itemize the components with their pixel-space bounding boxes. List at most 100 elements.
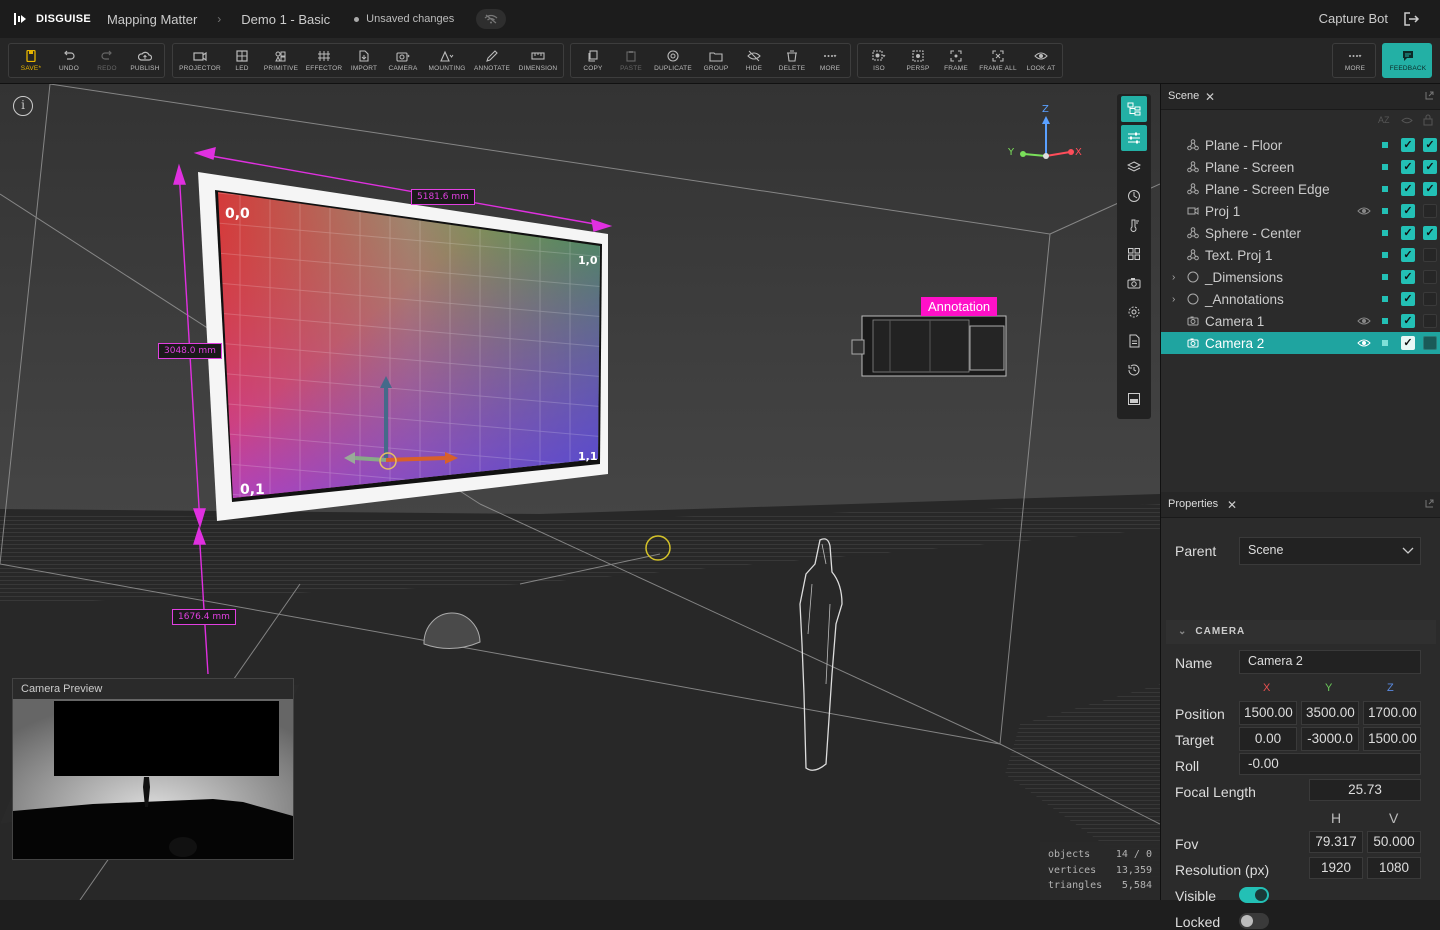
3d-viewport[interactable]: 0,0 1,0 0,1 1,1 Z X Y i 5181.6 mm 3048.0… [0, 84, 1160, 900]
visibility-checkbox[interactable]: ✓ [1401, 160, 1415, 174]
document-toggle[interactable] [1121, 328, 1147, 354]
mounting-button[interactable]: MOUNTING [425, 44, 469, 77]
scene-item[interactable]: Text. Proj 1 ✓ [1161, 244, 1440, 266]
visibility-checkbox[interactable]: ✓ [1401, 248, 1415, 262]
visibility-checkbox[interactable]: ✓ [1401, 138, 1415, 152]
iso-button[interactable]: ISO [860, 44, 898, 77]
parent-select[interactable]: Scene [1239, 537, 1421, 565]
eye-icon[interactable] [1357, 205, 1371, 217]
render-toggle[interactable] [1121, 183, 1147, 209]
scene-item[interactable]: Camera 2 ✓ [1161, 332, 1440, 354]
look-at-button[interactable]: LOOK AT [1022, 44, 1060, 77]
popout-icon[interactable] [1424, 90, 1435, 101]
scene-item[interactable]: Plane - Screen Edge ✓ ✓ [1161, 178, 1440, 200]
logout-icon[interactable] [1402, 10, 1420, 28]
close-scene-icon[interactable]: ✕ [1205, 90, 1215, 104]
color-swatch[interactable] [1382, 296, 1388, 302]
lighting-toggle[interactable] [1121, 212, 1147, 238]
lock-checkbox[interactable] [1423, 292, 1437, 306]
group-button[interactable]: GROUP [697, 44, 735, 77]
effector-button[interactable]: EFFECTOR [303, 44, 345, 77]
color-swatch[interactable] [1382, 186, 1388, 192]
dimension-button[interactable]: DIMENSION [515, 44, 561, 77]
properties-toggle[interactable] [1121, 125, 1147, 151]
roll-input[interactable]: -0.00 [1239, 753, 1421, 775]
scene-item[interactable]: Proj 1 ✓ [1161, 200, 1440, 222]
history-toggle[interactable] [1121, 357, 1147, 383]
popout-icon[interactable] [1424, 498, 1435, 509]
lock-checkbox[interactable]: ✓ [1423, 160, 1437, 174]
lock-checkbox[interactable]: ✓ [1423, 138, 1437, 152]
target-x-input[interactable]: 0.00 [1239, 727, 1297, 751]
annotation-tag[interactable]: Annotation [921, 297, 998, 316]
lock-checkbox[interactable] [1423, 204, 1437, 218]
layers-toggle[interactable] [1121, 154, 1147, 180]
color-swatch[interactable] [1382, 164, 1388, 170]
color-swatch[interactable] [1382, 230, 1388, 236]
info-icon[interactable]: i [13, 96, 33, 116]
file-name[interactable]: Demo 1 - Basic [241, 12, 330, 27]
fov-v-input[interactable]: 50.000 [1367, 831, 1421, 853]
target-y-input[interactable]: -3000.0 [1301, 727, 1359, 751]
fov-h-input[interactable]: 79.317 [1309, 831, 1363, 853]
position-x-input[interactable]: 1500.00 [1239, 701, 1297, 725]
position-z-input[interactable]: 1700.00 [1363, 701, 1421, 725]
close-properties-icon[interactable]: ✕ [1227, 498, 1237, 512]
dimension-label-elevation[interactable]: 1676.4 mm [172, 609, 236, 625]
disguise-logo[interactable]: DISGUISE [14, 13, 91, 25]
lock-checkbox[interactable]: ✓ [1423, 226, 1437, 240]
lock-checkbox[interactable] [1423, 314, 1437, 328]
name-input[interactable]: Camera 2 [1239, 650, 1421, 674]
save-button[interactable]: SAVE* [13, 44, 49, 77]
camera-button[interactable]: CAMERA [383, 44, 423, 77]
color-swatch[interactable] [1382, 274, 1388, 280]
position-y-input[interactable]: 3500.00 [1301, 701, 1359, 725]
paste-button[interactable]: PASTE [613, 44, 649, 77]
publish-button[interactable]: PUBLISH [126, 44, 164, 77]
hide-button[interactable]: HIDE [737, 44, 771, 77]
scene-item[interactable]: Sphere - Center ✓ ✓ [1161, 222, 1440, 244]
visibility-checkbox[interactable]: ✓ [1401, 336, 1415, 350]
lock-header-icon[interactable] [1423, 114, 1433, 126]
projector-model[interactable] [851, 315, 1007, 377]
scene-item[interactable]: Plane - Screen ✓ ✓ [1161, 156, 1440, 178]
import-button[interactable]: IMPORT [347, 44, 381, 77]
color-swatch[interactable] [1382, 252, 1388, 258]
undo-button[interactable]: UNDO [51, 44, 87, 77]
camera-section-header[interactable]: ⌄ CAMERA [1166, 620, 1436, 644]
lock-checkbox[interactable] [1423, 270, 1437, 284]
camera-preview-toggle[interactable] [1121, 270, 1147, 296]
primitive-button[interactable]: PRIMITIVE [261, 44, 301, 77]
led-button[interactable]: LED [225, 44, 259, 77]
duplicate-button[interactable]: DUPLICATE [651, 44, 695, 77]
frame-all-button[interactable]: FRAME ALL [976, 44, 1020, 77]
projector-button[interactable]: PROJECTOR [177, 44, 223, 77]
properties-tab[interactable]: Properties [1168, 498, 1218, 510]
eye-icon[interactable] [1357, 337, 1371, 349]
project-name[interactable]: Mapping Matter [107, 12, 197, 27]
more-right-button[interactable]: MORE [1335, 44, 1375, 77]
user-name[interactable]: Capture Bot [1319, 11, 1388, 26]
scene-item[interactable]: › _Dimensions ✓ [1161, 266, 1440, 288]
resolution-w-input[interactable]: 1920 [1309, 857, 1363, 879]
target-z-input[interactable]: 1500.00 [1363, 727, 1421, 751]
delete-button[interactable]: DELETE [773, 44, 811, 77]
annotate-button[interactable]: ANNOTATE [471, 44, 513, 77]
lock-checkbox[interactable] [1423, 336, 1437, 350]
lock-checkbox[interactable]: ✓ [1423, 182, 1437, 196]
chevron-right-icon[interactable]: › [1172, 294, 1175, 305]
more-button[interactable]: MORE [813, 44, 847, 77]
color-swatch[interactable] [1382, 208, 1388, 214]
visible-toggle[interactable] [1239, 887, 1269, 903]
visibility-checkbox[interactable]: ✓ [1401, 182, 1415, 196]
frame-button[interactable]: FRAME [938, 44, 974, 77]
lock-checkbox[interactable] [1423, 248, 1437, 262]
dimension-label-width[interactable]: 5181.6 mm [411, 189, 475, 205]
scene-item[interactable]: Camera 1 ✓ [1161, 310, 1440, 332]
grid-toggle[interactable] [1121, 241, 1147, 267]
persp-button[interactable]: PERSP [900, 44, 936, 77]
settings-toggle[interactable] [1121, 299, 1147, 325]
scene-item[interactable]: Plane - Floor ✓ ✓ [1161, 134, 1440, 156]
scene-tree-toggle[interactable] [1121, 96, 1147, 122]
connection-button[interactable] [476, 9, 507, 29]
